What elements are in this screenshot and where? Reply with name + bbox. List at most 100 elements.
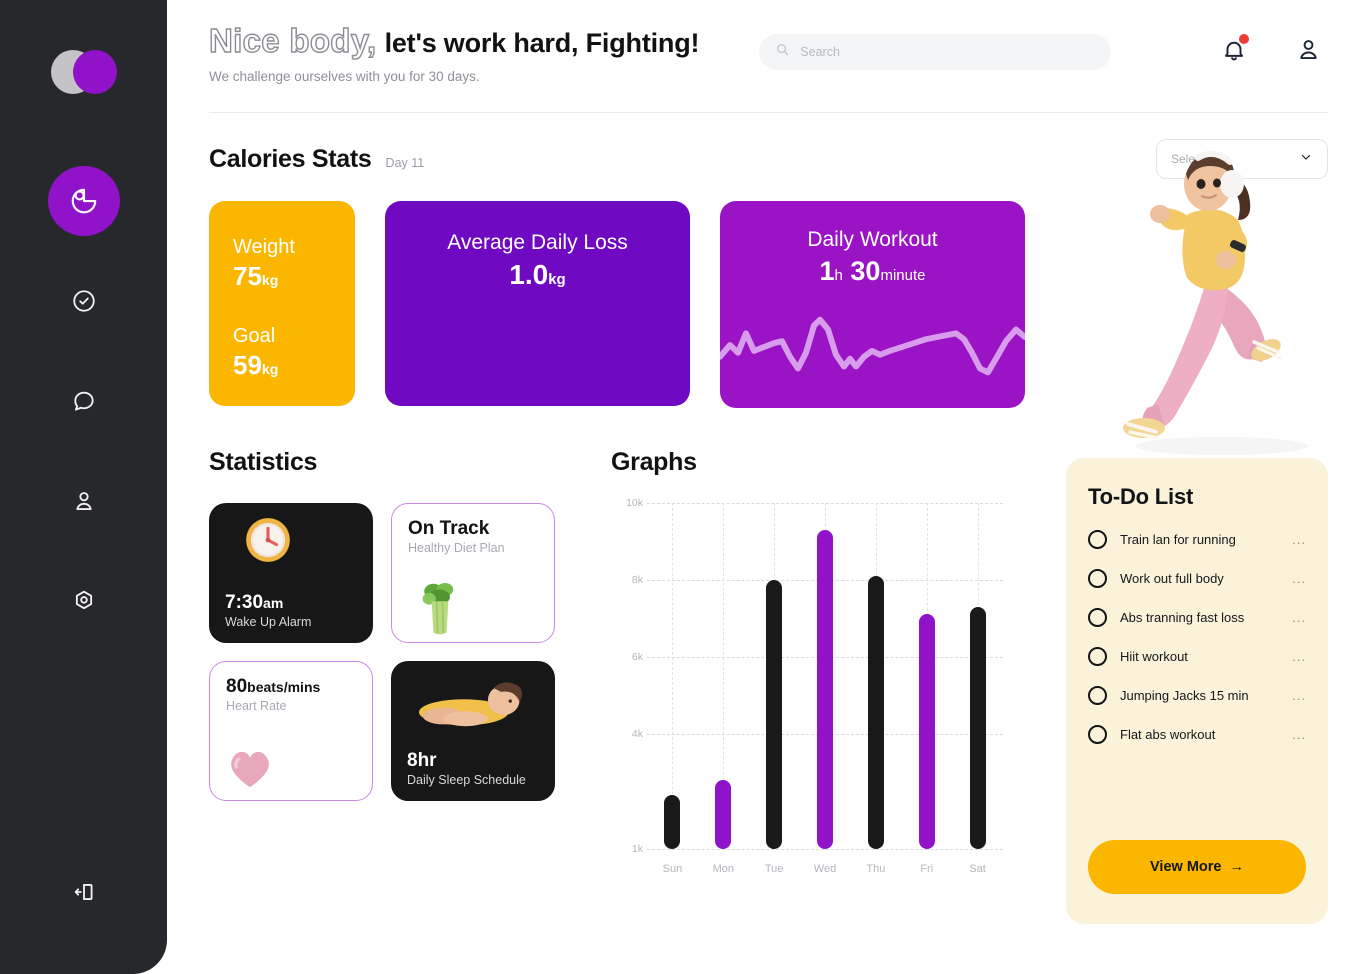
notifications-button[interactable] xyxy=(1221,33,1249,68)
todo-item-menu[interactable]: ... xyxy=(1292,688,1306,703)
todo-item[interactable]: Flat abs workout... xyxy=(1088,725,1306,744)
todo-item-label: Jumping Jacks 15 min xyxy=(1120,688,1249,703)
goal-label: Goal xyxy=(233,324,276,347)
sidebar-item-tasks[interactable] xyxy=(48,266,120,336)
chart-x-tick-label: Tue xyxy=(764,862,784,875)
todo-checkbox[interactable] xyxy=(1088,647,1107,666)
logout-icon xyxy=(71,879,97,910)
weight-value: 75kg xyxy=(233,260,279,291)
todo-item[interactable]: Jumping Jacks 15 min... xyxy=(1088,686,1306,705)
heart-rate-card[interactable]: 80beats/mins Heart Rate xyxy=(209,660,373,801)
chart-y-tick-label: 1k xyxy=(631,842,643,855)
todo-checkbox[interactable] xyxy=(1088,608,1107,627)
goal-value: 59kg xyxy=(233,349,279,380)
todo-checkbox[interactable] xyxy=(1088,725,1107,744)
heart-rate-caption: Heart Rate xyxy=(226,698,287,713)
pie-chart-icon xyxy=(69,186,99,216)
search-bar[interactable] xyxy=(759,34,1112,70)
chart-bar[interactable] xyxy=(817,529,833,849)
todo-checkbox[interactable] xyxy=(1088,686,1107,705)
todo-item-label: Work out full body xyxy=(1120,571,1224,586)
daily-workout-label: Daily Workout xyxy=(807,227,938,251)
account-button[interactable] xyxy=(1295,36,1322,68)
notification-badge xyxy=(1239,33,1249,44)
chart-x-tick-label: Wed xyxy=(813,862,837,875)
sidebar-item-profile[interactable] xyxy=(48,466,120,536)
sidebar xyxy=(0,0,167,974)
sleep-schedule-card[interactable]: 8hr Daily Sleep Schedule xyxy=(391,660,555,801)
chart-bar[interactable] xyxy=(766,579,783,849)
page-title: Nice body, let's work hard, Fighting! xyxy=(208,21,699,61)
todo-checkbox[interactable] xyxy=(1088,569,1107,588)
workout-waveform xyxy=(720,316,1025,376)
chart-bar[interactable] xyxy=(969,606,986,849)
wake-up-alarm-card[interactable]: 7:30am Wake Up Alarm xyxy=(209,502,373,643)
wake-up-alarm-caption: Wake Up Alarm xyxy=(225,614,312,629)
chart-bar-slot xyxy=(698,503,749,849)
diet-plan-card[interactable]: On Track Healthy Diet Plan xyxy=(391,502,555,643)
todo-item-label: Hiit workout xyxy=(1120,649,1188,664)
sidebar-nav xyxy=(47,166,120,636)
logout-button[interactable] xyxy=(58,868,110,920)
alarm-clock-icon xyxy=(246,518,290,562)
view-more-button[interactable]: View More → xyxy=(1088,840,1306,894)
weight-card: Weight 75kg Goal 59kg xyxy=(209,200,355,406)
chart-bar[interactable] xyxy=(715,779,732,849)
todo-item[interactable]: Work out full body... xyxy=(1088,569,1306,588)
chart-bar-slot xyxy=(749,503,800,849)
todo-item-menu[interactable]: ... xyxy=(1292,610,1306,625)
todo-item-label: Train lan for running xyxy=(1120,532,1236,547)
chart-bar[interactable] xyxy=(664,795,681,849)
sidebar-item-dashboard[interactable] xyxy=(47,166,120,236)
todo-item-label: Abs tranning fast loss xyxy=(1120,610,1245,625)
weekly-bar-chart: 1k 4k 6k 8k 10k Sun Mon Tue Wed Thu Fri Sat xyxy=(611,497,1003,875)
todo-item-menu[interactable]: ... xyxy=(1292,727,1306,742)
chart-bars xyxy=(647,503,1003,849)
todo-item-menu[interactable]: ... xyxy=(1292,532,1306,547)
chart-bar[interactable] xyxy=(918,614,935,849)
statistics-column: Statistics 7:30am Wake Up Alarm On Track… xyxy=(209,448,589,875)
sidebar-item-settings[interactable] xyxy=(48,566,120,636)
chart-bar-slot xyxy=(901,503,952,849)
search-input[interactable] xyxy=(800,45,1096,59)
chat-bubble-icon xyxy=(71,388,97,414)
todo-item[interactable]: Train lan for running... xyxy=(1088,530,1306,549)
chart-bar-slot xyxy=(850,503,901,849)
settings-gear-icon xyxy=(71,588,97,614)
todo-item[interactable]: Abs tranning fast loss... xyxy=(1088,608,1306,627)
statistics-cards: 7:30am Wake Up Alarm On Track Healthy Di… xyxy=(209,502,589,801)
user-icon xyxy=(71,488,97,514)
chart-x-labels: Sun Mon Tue Wed Thu Fri Sat xyxy=(647,863,1003,875)
sleep-schedule-caption: Daily Sleep Schedule xyxy=(407,772,526,787)
chart-x-tick-label: Sat xyxy=(969,862,986,875)
todo-item-menu[interactable]: ... xyxy=(1292,649,1306,664)
dashboard-app: Nice body, let's work hard, Fighting! We… xyxy=(0,0,1370,974)
todo-item[interactable]: Hiit workout... xyxy=(1088,647,1306,666)
sidebar-item-messages[interactable] xyxy=(48,366,120,436)
logo-circle-purple xyxy=(72,50,117,94)
account-icon xyxy=(1295,40,1322,67)
todo-item-menu[interactable]: ... xyxy=(1292,571,1306,586)
todo-item-label: Flat abs workout xyxy=(1120,727,1216,742)
wake-up-alarm-value: 7:30am xyxy=(225,591,284,613)
app-logo xyxy=(50,50,117,94)
page-heading-block: Nice body, let's work hard, Fighting! We… xyxy=(208,21,699,84)
diet-plan-value: On Track xyxy=(408,517,490,539)
daily-workout-value: 1h 30minute xyxy=(819,255,926,286)
chart-bar[interactable] xyxy=(867,575,884,849)
wake-up-alarm-text: 7:30am Wake Up Alarm xyxy=(225,592,311,629)
daily-workout-card: Daily Workout 1h 30minute xyxy=(720,200,1025,408)
check-circle-icon xyxy=(71,288,97,314)
diet-plan-caption: Healthy Diet Plan xyxy=(408,540,505,555)
arrow-right-icon: → xyxy=(1229,859,1244,875)
running-woman-illustration xyxy=(1123,150,1308,455)
heart-rate-value: 80beats/mins xyxy=(226,675,321,697)
chart-bar-slot xyxy=(952,503,1003,849)
todo-checkbox[interactable] xyxy=(1088,530,1107,549)
chart-bar-slot xyxy=(647,503,698,849)
page-title-outline: Nice body, xyxy=(208,21,377,59)
sleep-schedule-text: 8hr Daily Sleep Schedule xyxy=(407,750,526,787)
chart-y-tick-label: 4k xyxy=(631,727,643,740)
header-divider xyxy=(209,111,1328,113)
todo-title: To-Do List xyxy=(1088,484,1194,509)
